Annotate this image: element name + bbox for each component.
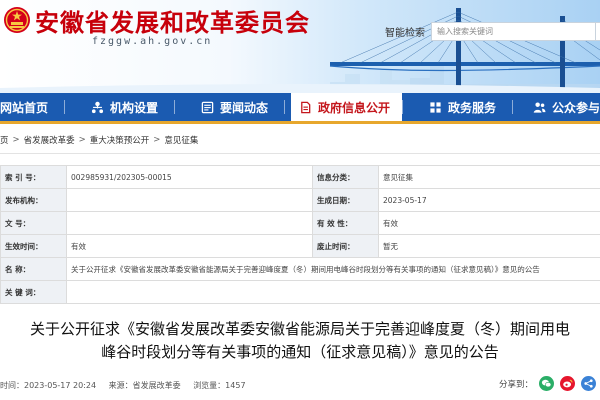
search-input[interactable] — [431, 22, 596, 41]
nav-label: 机构设置 — [110, 100, 159, 115]
table-row: 生效时间： 有效 废止时间： 暂无 — [0, 234, 600, 258]
breadcrumb-item[interactable]: 意见征集 — [164, 134, 198, 146]
doc-name-label: 名 称： — [0, 257, 67, 281]
org-icon — [91, 101, 104, 114]
nav-item-news[interactable]: 要闻动态 — [175, 93, 284, 121]
created-date-label: 生成日期： — [312, 188, 379, 212]
breadcrumb-separator: > — [153, 135, 161, 145]
share-label: 分享到： — [498, 379, 533, 390]
category-label: 信息分类： — [312, 165, 379, 189]
national-emblem-icon — [4, 7, 30, 33]
article-title-line: 关于公开征求《安徽省发展改革委安徽省能源局关于完善迎峰度夏（冬）期间用电 — [29, 320, 570, 338]
table-row: 索 引 号： 002985931/202305-00015 信息分类： 意见征集 — [0, 165, 600, 189]
document-metadata-table: 索 引 号： 002985931/202305-00015 信息分类： 意见征集… — [0, 165, 600, 304]
validity-value: 有效 — [378, 211, 600, 235]
search-label: 智能检索 — [385, 28, 425, 39]
breadcrumb-separator: > — [12, 135, 20, 145]
breadcrumb-separator: > — [78, 135, 86, 145]
search-button[interactable] — [596, 22, 600, 41]
article-title-line: 峰谷时段划分等有关事项的通知（征求意见稿）》意见的公告 — [101, 343, 499, 361]
search-bar: 智能检索 — [385, 22, 600, 41]
view-count: 浏览量：1457 — [193, 381, 246, 390]
table-row: 发布机构： 生成日期： 2023-05-17 — [0, 188, 600, 212]
doc-name-value: 关于公开征求《安徽省发展改革委安徽省能源局关于完善迎峰度夏（冬）期间用电峰谷时段… — [66, 257, 600, 281]
effective-date-label: 生效时间： — [0, 234, 67, 258]
validity-label: 有 效 性： — [312, 211, 379, 235]
category-value: 意见征集 — [378, 165, 600, 189]
nav-item-home[interactable]: 网站首页 — [0, 93, 64, 121]
weibo-icon[interactable] — [560, 376, 575, 391]
nav-label: 网站首页 — [0, 100, 49, 115]
repeal-date-label: 废止时间： — [312, 234, 379, 258]
doc-number-value — [66, 211, 313, 235]
site-domain: fzggw.ah.gov.cn — [92, 36, 213, 47]
created-date-value: 2023-05-17 — [378, 188, 600, 212]
nav-label: 公众参与 — [552, 100, 600, 115]
table-row: 关 键 词： — [0, 280, 600, 304]
nav-label: 政务服务 — [448, 100, 497, 115]
site-name: 安徽省发展和改革委员会 — [35, 8, 310, 37]
publish-time: 时间：2023-05-17 20:24 — [0, 381, 97, 390]
breadcrumb: 页 > 省发展改革委 > 重大决策预公开 > 意见征集 — [0, 132, 198, 148]
article-meta: 时间：2023-05-17 20:24 来源：省发展改革委 浏览量：1457 — [0, 380, 246, 391]
share-bar: 分享到： — [499, 376, 596, 391]
publisher-label: 发布机构： — [0, 188, 67, 212]
share-icon[interactable] — [581, 376, 596, 391]
keywords-label: 关 键 词： — [0, 280, 67, 304]
breadcrumb-item[interactable]: 重大决策预公开 — [90, 134, 150, 146]
breadcrumb-item[interactable]: 页 — [0, 134, 9, 146]
repeal-date-value: 暂无 — [378, 234, 600, 258]
service-icon — [429, 101, 442, 114]
header-banner: 安徽省发展和改革委员会 fzggw.ah.gov.cn 智能检索 — [0, 0, 600, 93]
nav-item-gov-info-disclosure[interactable]: 政府信息公开 — [291, 93, 403, 121]
publisher-value — [66, 188, 313, 212]
nav-divider — [284, 100, 285, 114]
nav-label: 政府信息公开 — [318, 100, 391, 115]
nav-label: 要闻动态 — [220, 100, 269, 115]
nav-item-services[interactable]: 政务服务 — [403, 93, 512, 121]
keywords-value — [66, 280, 600, 304]
effective-date-value: 有效 — [66, 234, 313, 258]
nav-item-organization[interactable]: 机构设置 — [65, 93, 174, 121]
news-icon — [201, 101, 214, 114]
article-title: 关于公开征求《安徽省发展改革委安徽省能源局关于完善迎峰度夏（冬）期间用电 峰谷时… — [0, 318, 600, 364]
table-row: 文 号： 有 效 性： 有效 — [0, 211, 600, 235]
wechat-icon[interactable] — [539, 376, 554, 391]
index-number-value: 002985931/202305-00015 — [66, 165, 313, 189]
table-row: 名 称： 关于公开征求《安徽省发展改革委安徽省能源局关于完善迎峰度夏（冬）期间用… — [0, 257, 600, 281]
doc-number-label: 文 号： — [0, 211, 67, 235]
page: 安徽省发展和改革委员会 fzggw.ah.gov.cn 智能检索 网站首页 机构… — [0, 0, 600, 400]
document-icon — [299, 101, 312, 114]
main-nav: 网站首页 机构设置 要闻动态 政府信息公开 政务服务 公众参与 — [0, 93, 600, 124]
index-number-label: 索 引 号： — [0, 165, 67, 189]
breadcrumb-item[interactable]: 省发展改革委 — [24, 134, 75, 146]
article-source: 来源：省发展改革委 — [108, 381, 181, 390]
breadcrumb-divider — [0, 153, 600, 154]
people-icon — [533, 101, 546, 114]
nav-item-public-participation[interactable]: 公众参与 — [513, 93, 600, 121]
